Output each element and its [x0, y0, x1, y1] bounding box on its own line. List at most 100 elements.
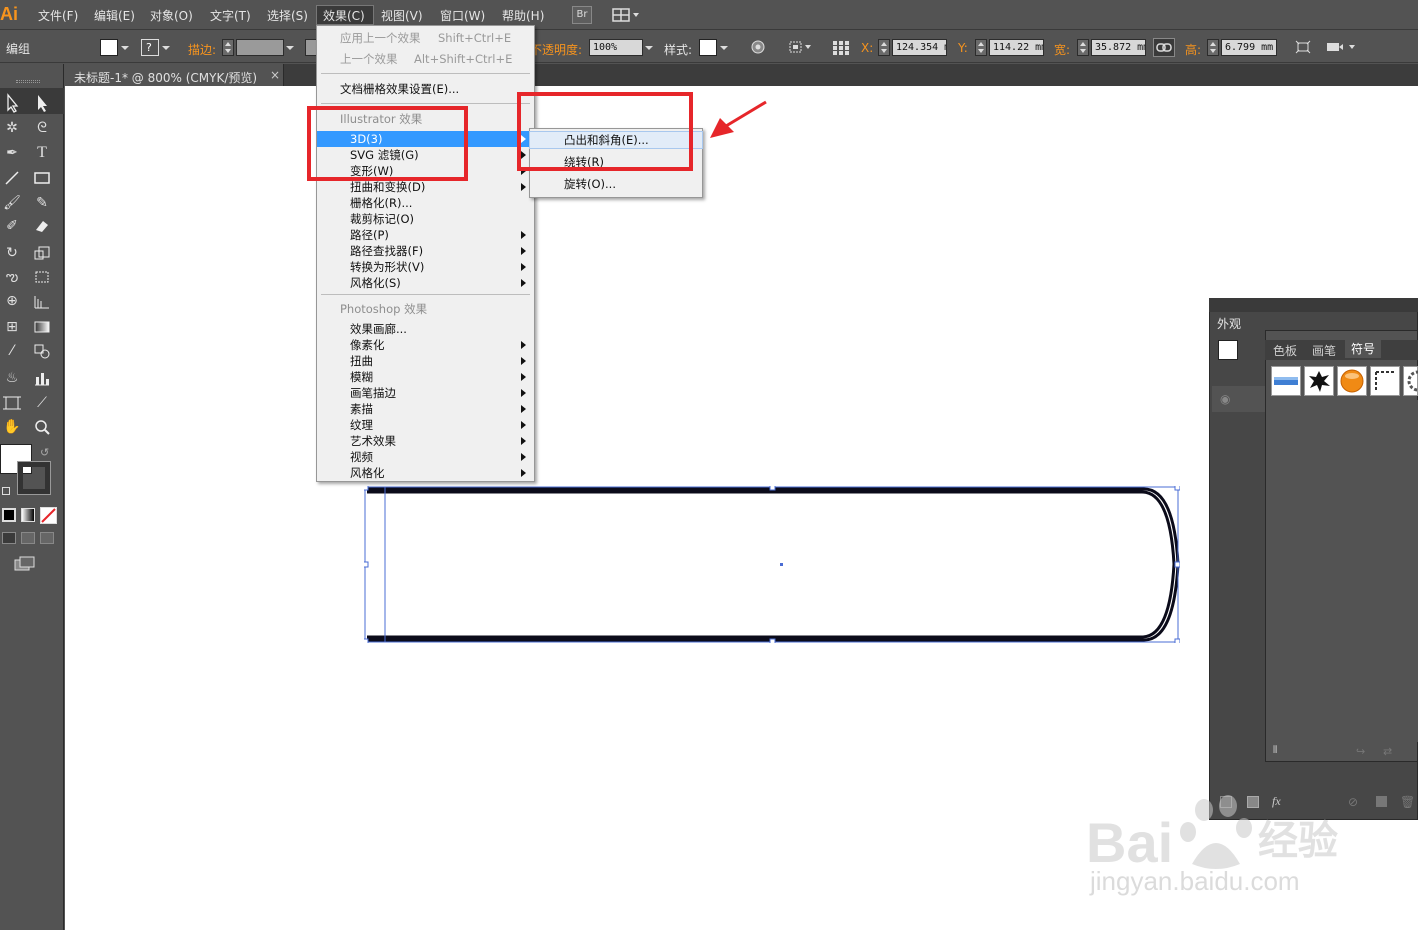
hand-tool-icon[interactable]: ✋ — [0, 416, 24, 438]
symbol-sprayer-tool-icon[interactable]: ♨ — [0, 367, 24, 389]
y-label[interactable]: Y: — [958, 41, 968, 55]
line-segment-tool-icon[interactable] — [0, 167, 24, 189]
menu-path[interactable]: 路径(P) — [317, 227, 534, 243]
break-link-icon[interactable]: ⇄ — [1383, 745, 1392, 758]
add-new-stroke-icon[interactable] — [1220, 796, 1232, 808]
stroke-weight-spinner[interactable] — [222, 39, 234, 56]
color-mode-icon[interactable] — [2, 508, 16, 522]
stroke-swatch-dropdown[interactable] — [160, 39, 172, 56]
transform-icon[interactable] — [1295, 40, 1311, 54]
x-input[interactable]: 124.354 m — [892, 39, 947, 56]
menu-edit[interactable]: 编辑(E) — [94, 7, 135, 24]
menu-raster-effects-settings[interactable]: 文档栅格效果设置(E)... — [317, 81, 534, 97]
screen-mode-icon[interactable] — [14, 556, 36, 572]
menu-rotate[interactable]: 旋转(O)... — [530, 176, 702, 192]
menu-convert-to-shape[interactable]: 转换为形状(V) — [317, 259, 534, 275]
blend-tool-icon[interactable] — [30, 340, 54, 362]
eraser-tool-icon[interactable] — [30, 215, 54, 237]
pen-tool-icon[interactable]: ✒ — [0, 142, 24, 164]
rectangle-tool-icon[interactable] — [30, 167, 54, 189]
menu-type[interactable]: 文字(T) — [210, 7, 251, 24]
artboard-tool-icon[interactable] — [0, 392, 24, 414]
add-new-fill-icon[interactable] — [1247, 796, 1259, 808]
menu-distort-transform[interactable]: 扭曲和变换(D) — [317, 179, 534, 195]
shape-builder-tool-icon[interactable]: ⊕ — [0, 290, 24, 312]
delete-item-icon[interactable]: 🗑 — [1400, 795, 1415, 809]
mesh-tool-icon[interactable]: ⊞ — [0, 316, 24, 338]
column-graph-tool-icon[interactable] — [30, 367, 54, 389]
style-swatch[interactable] — [699, 39, 717, 56]
menu-crop-marks[interactable]: 裁剪标记(O) — [317, 211, 534, 227]
menu-blur[interactable]: 模糊 — [317, 369, 534, 385]
stroke-color-box[interactable] — [17, 461, 51, 495]
opacity-dropdown[interactable] — [643, 39, 655, 56]
gradient-mode-icon[interactable] — [21, 508, 35, 522]
menu-help[interactable]: 帮助(H) — [502, 7, 544, 24]
bridge-button[interactable]: Br — [572, 6, 592, 24]
panel-header-strip[interactable] — [1209, 298, 1418, 312]
menu-stylize-illustrator[interactable]: 风格化(S) — [317, 275, 534, 291]
draw-normal-icon[interactable] — [2, 532, 16, 544]
menu-pixelate[interactable]: 像素化 — [317, 337, 534, 353]
opacity-input[interactable]: 100% — [589, 39, 643, 56]
menu-last-effect[interactable]: 上一个效果 Alt+Shift+Ctrl+E — [317, 51, 534, 67]
swap-fill-stroke-icon[interactable]: ↺ — [40, 446, 49, 459]
selected-group-artwork[interactable] — [364, 486, 1180, 643]
menu-rasterize[interactable]: 栅格化(R)... — [317, 195, 534, 211]
menu-sketch[interactable]: 素描 — [317, 401, 534, 417]
stroke-label[interactable]: 描边: — [188, 41, 216, 58]
fill-swatch[interactable] — [100, 39, 118, 56]
menu-video[interactable]: 视频 — [317, 449, 534, 465]
height-spinner[interactable] — [1207, 39, 1219, 56]
symbol-blue-gradient-icon[interactable] — [1271, 366, 1301, 396]
magic-wand-tool-icon[interactable]: ✲ — [0, 117, 24, 139]
stroke-weight-input[interactable] — [236, 39, 284, 56]
symbol-libraries-menu-icon[interactable]: ⫴ — [1273, 745, 1293, 759]
menu-stylize-photoshop[interactable]: 风格化 — [317, 465, 534, 481]
duplicate-item-icon[interactable] — [1376, 796, 1387, 807]
warp-tool-icon[interactable]: ఌ — [0, 266, 24, 288]
gradient-tool-icon[interactable] — [30, 316, 54, 338]
arrange-documents-button[interactable] — [612, 7, 642, 23]
width-label[interactable]: 宽: — [1054, 41, 1070, 58]
visibility-eye-icon[interactable]: ◉ — [1220, 392, 1230, 406]
zoom-tool-icon[interactable] — [30, 416, 54, 438]
width-spinner[interactable] — [1077, 39, 1089, 56]
blob-brush-tool-icon[interactable]: ✐ — [0, 215, 24, 237]
eyedropper-tool-icon[interactable]: ⁄ — [0, 340, 24, 362]
add-new-effect-icon[interactable]: fx — [1272, 794, 1281, 809]
clear-appearance-icon[interactable]: ⊘ — [1348, 795, 1358, 809]
paintbrush-tool-icon[interactable]: 🖌 — [0, 192, 24, 214]
menu-pathfinder[interactable]: 路径查找器(F) — [317, 243, 534, 259]
menu-brush-strokes[interactable]: 画笔描边 — [317, 385, 534, 401]
y-input[interactable]: 114.22 mm — [989, 39, 1044, 56]
tab-appearance[interactable]: 外观 — [1217, 315, 1241, 332]
tab-brushes[interactable]: 画笔 — [1312, 342, 1336, 359]
menu-window[interactable]: 窗口(W) — [440, 7, 485, 24]
recolor-artwork-icon[interactable] — [750, 40, 766, 54]
menu-effect-gallery[interactable]: 效果画廊... — [317, 321, 534, 337]
x-spinner[interactable] — [878, 39, 890, 56]
width-input[interactable]: 35.872 mm — [1091, 39, 1146, 56]
place-symbol-icon[interactable]: ↪ — [1356, 745, 1365, 758]
draw-inside-icon[interactable] — [40, 532, 54, 544]
symbol-frame-icon[interactable] — [1370, 366, 1400, 396]
stroke-swatch[interactable]: ? — [141, 39, 159, 56]
align-to-icon[interactable] — [788, 40, 814, 54]
x-label[interactable]: X: — [861, 41, 873, 55]
draw-behind-icon[interactable] — [21, 532, 35, 544]
menu-file[interactable]: 文件(F) — [38, 7, 78, 24]
rotate-tool-icon[interactable]: ↻ — [0, 242, 24, 264]
height-input[interactable]: 6.799 mm — [1221, 39, 1277, 56]
constrain-proportions-button[interactable] — [1153, 38, 1175, 57]
menu-texture[interactable]: 纹理 — [317, 417, 534, 433]
symbol-orange-sphere-icon[interactable] — [1337, 366, 1367, 396]
lasso-tool-icon[interactable]: ᘓ — [30, 117, 54, 139]
opacity-label[interactable]: 不透明度: — [530, 41, 582, 58]
selection-tool-icon[interactable] — [0, 92, 24, 114]
menu-view[interactable]: 视图(V) — [381, 7, 423, 24]
style-dropdown[interactable] — [718, 39, 730, 56]
close-tab-icon[interactable]: × — [270, 68, 280, 82]
symbol-ink-splat-icon[interactable] — [1304, 366, 1334, 396]
menu-apply-last-effect[interactable]: 应用上一个效果 Shift+Ctrl+E — [317, 30, 534, 46]
